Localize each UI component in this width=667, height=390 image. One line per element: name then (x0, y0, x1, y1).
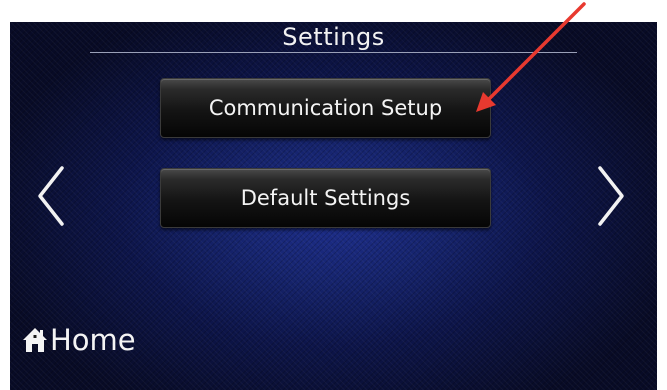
previous-page-button[interactable] (32, 164, 72, 228)
title-divider (90, 52, 577, 53)
home-icon (23, 328, 47, 352)
next-page-button[interactable] (590, 164, 630, 228)
home-button[interactable]: Home (22, 320, 136, 360)
page-title: Settings (282, 23, 385, 51)
chevron-left-icon (38, 166, 64, 226)
home-label: Home (50, 323, 136, 357)
default-settings-button[interactable]: Default Settings (160, 168, 491, 228)
settings-screen: Settings Communication Setup Default Set… (10, 22, 657, 390)
chevron-right-icon (598, 166, 624, 226)
communication-setup-button[interactable]: Communication Setup (160, 78, 491, 138)
device-frame: Settings Communication Setup Default Set… (0, 0, 667, 390)
